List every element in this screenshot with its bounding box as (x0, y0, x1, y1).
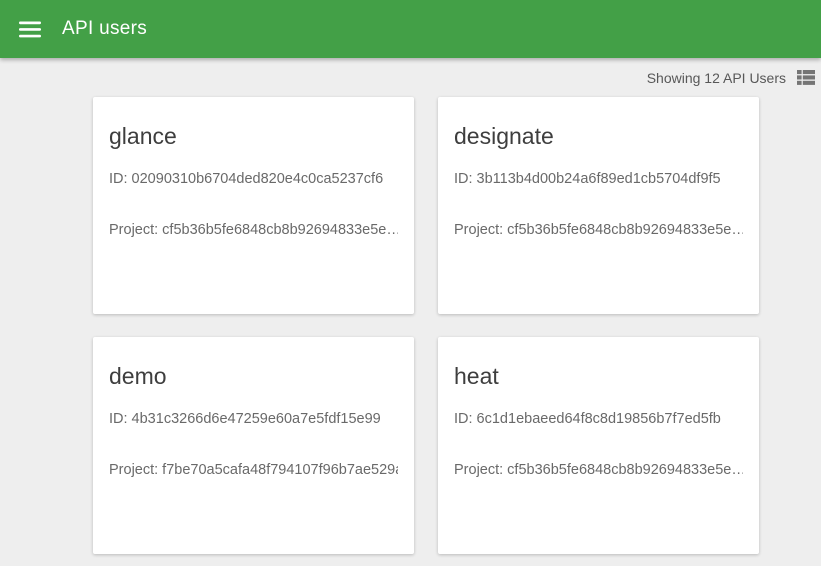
api-user-card[interactable]: demo ID: 4b31c3266d6e47259e60a7e5fdf15e9… (93, 337, 414, 554)
card-project: Project: cf5b36b5fe6848cb8b92694833e5e… (454, 222, 743, 238)
card-title: demo (109, 362, 398, 390)
api-user-card[interactable]: heat ID: 6c1d1ebaeed64f8c8d19856b7f7ed5f… (438, 337, 759, 554)
page-title: API users (62, 18, 147, 40)
menu-button[interactable] (12, 11, 48, 47)
card-id: ID: 4b31c3266d6e47259e60a7e5fdf15e99 (109, 411, 398, 427)
card-id: ID: 3b113b4d00b24a6f89ed1cb5704df9f5 (454, 171, 743, 187)
view-list-icon (797, 69, 815, 86)
api-user-card[interactable]: glance ID: 02090310b6704ded820e4c0ca5237… (93, 97, 414, 314)
card-id: ID: 02090310b6704ded820e4c0ca5237cf6 (109, 171, 398, 187)
card-title: glance (109, 122, 398, 150)
api-users-card-grid: glance ID: 02090310b6704ded820e4c0ca5237… (93, 97, 821, 554)
card-title: heat (454, 362, 743, 390)
card-id: ID: 6c1d1ebaeed64f8c8d19856b7f7ed5fb (454, 411, 743, 427)
app-header: API users (0, 0, 821, 58)
view-list-toggle-button[interactable] (796, 69, 816, 87)
card-project: Project: cf5b36b5fe6848cb8b92694833e5e… (454, 462, 743, 478)
card-project: Project: f7be70a5cafa48f794107f96b7ae529… (109, 462, 398, 478)
card-project: Project: cf5b36b5fe6848cb8b92694833e5e… (109, 222, 398, 238)
card-title: designate (454, 122, 743, 150)
menu-icon (19, 21, 41, 38)
api-user-card[interactable]: designate ID: 3b113b4d00b24a6f89ed1cb570… (438, 97, 759, 314)
showing-count-label: Showing 12 API Users (647, 70, 786, 86)
toolbar: Showing 12 API Users (0, 58, 821, 97)
